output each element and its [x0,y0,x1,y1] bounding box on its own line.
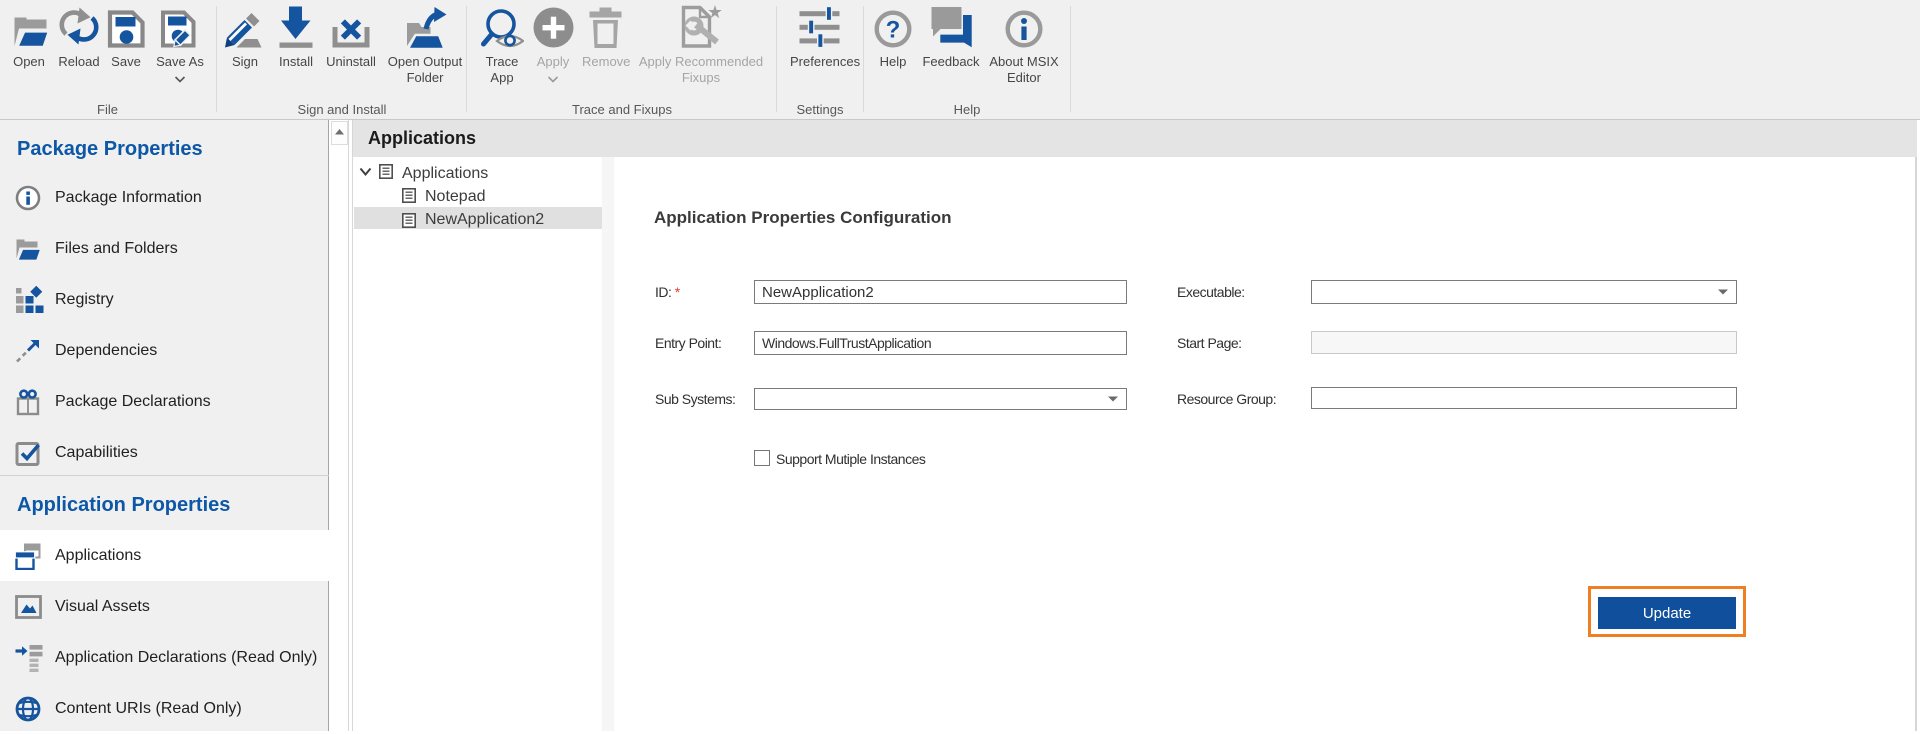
svg-text:?: ? [886,17,901,44]
